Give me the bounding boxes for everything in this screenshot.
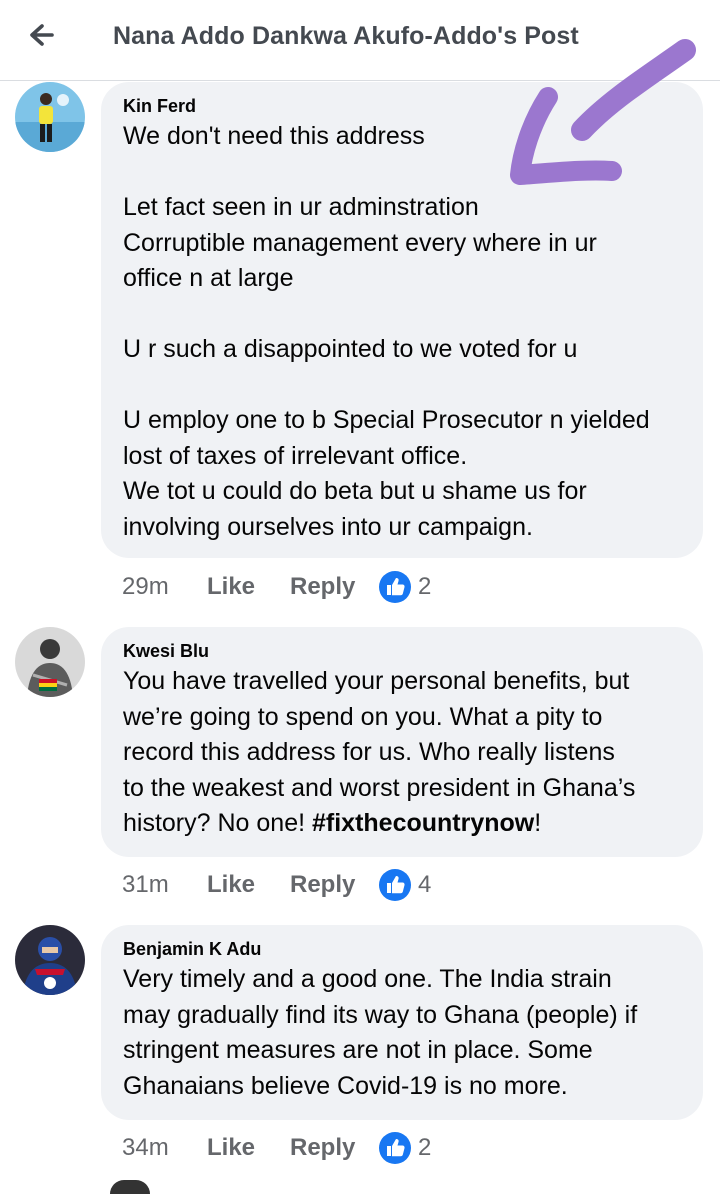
reaction-count[interactable]: 2 (418, 1134, 431, 1162)
like-reaction-icon[interactable] (378, 868, 412, 909)
like-button[interactable]: Like (207, 871, 255, 899)
comment-timestamp: 34m (122, 1134, 169, 1161)
avatar[interactable] (15, 627, 85, 697)
comment-text: Very timely and a good one. The India st… (123, 962, 693, 1104)
reply-button[interactable]: Reply (290, 1134, 355, 1162)
like-reaction-icon[interactable] (378, 1131, 412, 1172)
comment-line: may gradually find its way to Ghana (peo… (123, 1000, 638, 1029)
hashtag-link[interactable]: #fixthecountrynow (312, 809, 534, 837)
comment-line: stringent measures are not in place. Som… (123, 1036, 593, 1064)
avatar (110, 1180, 150, 1194)
like-button[interactable]: Like (207, 573, 255, 601)
avatar[interactable] (15, 82, 85, 152)
comment-line: involving ourselves into ur campaign. (123, 512, 533, 541)
reply-button[interactable]: Reply (290, 871, 355, 899)
comment-line: Let fact seen in ur adminstration (123, 193, 479, 221)
comment-author[interactable]: Kin Ferd (123, 96, 196, 117)
comment-line: record this address for us. Who really l… (123, 738, 615, 766)
comment-line: Ghanaians believe Covid-19 is no more. (123, 1071, 568, 1100)
comment-line: Very timely and a good one. The India st… (123, 965, 612, 993)
comment-bubble: Benjamin K Adu Very timely and a good on… (101, 925, 703, 1120)
comment-line: You have travelled your personal benefit… (123, 667, 630, 695)
comment-timestamp: 29m (122, 573, 169, 600)
annotation-arrow-icon (510, 39, 696, 185)
avatar[interactable] (15, 925, 85, 995)
comment-line-text: history? No one! (123, 809, 312, 837)
comment-bubble: Kwesi Blu You have travelled your person… (101, 627, 703, 857)
comment-line: to the weakest and worst president in Gh… (123, 773, 636, 802)
comment-text: You have travelled your personal benefit… (123, 664, 693, 842)
back-arrow-icon[interactable] (22, 18, 62, 58)
comment-line-text: ! (534, 809, 542, 837)
comment-line: Corruptible management every where in ur (123, 228, 597, 257)
comment-line: history? No one! #fixthecountrynow! (123, 806, 693, 842)
comment-line: U employ one to b Special Prosecutor n y… (123, 406, 650, 434)
comment-line: We tot u could do beta but u shame us fo… (123, 477, 587, 505)
like-button[interactable]: Like (207, 1134, 255, 1162)
comment-timestamp: 31m (122, 871, 169, 898)
reaction-count[interactable]: 2 (418, 573, 431, 601)
comment-line: we’re going to spend on you. What a pity… (123, 702, 603, 731)
comment-author[interactable]: Kwesi Blu (123, 641, 209, 662)
reply-button[interactable]: Reply (290, 573, 355, 601)
comment-author[interactable]: Benjamin K Adu (123, 939, 261, 960)
comment-line: lost of taxes of irrelevant office. (123, 441, 468, 470)
comment-line: U r such a disappointed to we voted for … (123, 335, 578, 363)
like-reaction-icon[interactable] (378, 570, 412, 611)
comment-line: office n at large (123, 264, 294, 292)
reaction-count[interactable]: 4 (418, 871, 431, 899)
